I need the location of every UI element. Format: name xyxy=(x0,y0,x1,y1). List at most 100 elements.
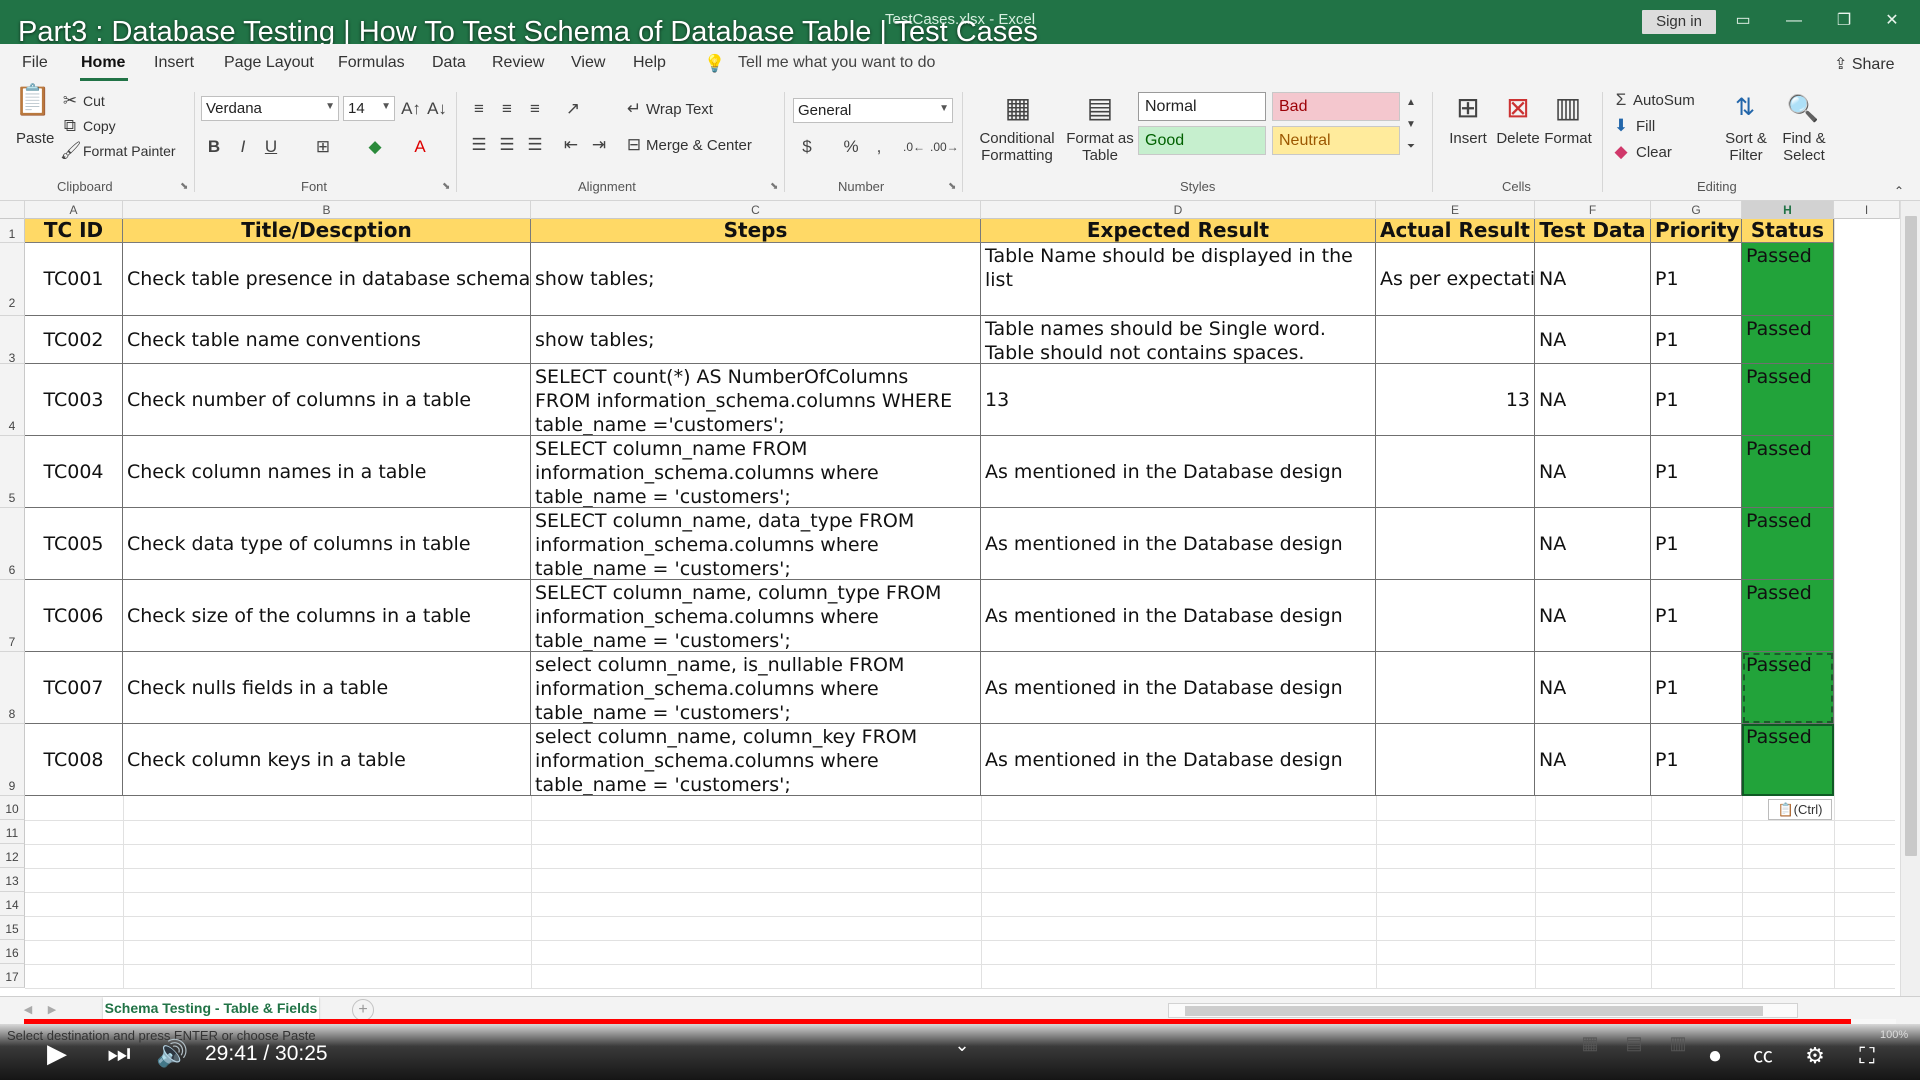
cell-tc-id[interactable]: TC008 xyxy=(25,724,123,796)
normal-view-icon[interactable]: ▦ xyxy=(1578,1028,1602,1058)
styles-gallery-more-icon[interactable]: ⏷ xyxy=(1404,136,1418,158)
tell-me-search[interactable]: Tell me what you want to do xyxy=(738,54,935,72)
style-neutral[interactable]: Neutral xyxy=(1272,126,1400,155)
cell-expected[interactable]: As mentioned in the Database design xyxy=(981,508,1376,580)
style-good[interactable]: Good xyxy=(1138,126,1266,155)
cell-tc-id[interactable]: TC006 xyxy=(25,580,123,652)
add-sheet-icon[interactable]: + xyxy=(352,999,374,1021)
horizontal-scrollbar[interactable] xyxy=(1168,1003,1798,1018)
cell-actual[interactable] xyxy=(1376,508,1535,580)
row-header[interactable]: 9 xyxy=(0,724,25,796)
cell-expected[interactable]: As mentioned in the Database design xyxy=(981,724,1376,796)
cell-priority[interactable]: P1 xyxy=(1651,724,1742,796)
column-header-d[interactable]: D xyxy=(981,201,1376,219)
header-cell-actual[interactable]: Actual Result xyxy=(1376,219,1535,243)
align-center-icon[interactable]: ☰ xyxy=(494,134,520,156)
cell-expected[interactable]: Table names should be Single word. Table … xyxy=(981,316,1376,364)
row-header[interactable]: 13 xyxy=(0,868,25,892)
style-bad[interactable]: Bad xyxy=(1272,92,1400,121)
cell-steps[interactable]: SELECT column_name, column_type FROM info… xyxy=(531,580,981,652)
header-cell-steps[interactable]: Steps xyxy=(531,219,981,243)
cell-priority[interactable]: P1 xyxy=(1651,508,1742,580)
cell-title[interactable]: Check nulls fields in a table xyxy=(123,652,531,724)
cell-actual[interactable] xyxy=(1376,436,1535,508)
row-header[interactable]: 4 xyxy=(0,364,25,436)
cell-expected[interactable]: 13 xyxy=(981,364,1376,436)
column-header-a[interactable]: A xyxy=(25,201,123,219)
cell-tc-id[interactable]: TC007 xyxy=(25,652,123,724)
collapse-ribbon-icon[interactable]: ⌃ xyxy=(1890,180,1908,202)
header-cell-priority[interactable]: Priority xyxy=(1651,219,1742,243)
row-header[interactable]: 10 xyxy=(0,796,25,820)
sign-in-button[interactable]: Sign in xyxy=(1642,10,1716,34)
column-header-g[interactable]: G xyxy=(1651,201,1742,219)
next-icon[interactable]: ⏭ xyxy=(104,1038,134,1068)
alignment-launcher-icon[interactable]: ⬊ xyxy=(770,181,778,192)
cell-test-data[interactable]: NA xyxy=(1535,436,1651,508)
vertical-scrollbar[interactable] xyxy=(1900,201,1920,996)
chevron-down-icon[interactable]: ⌄ xyxy=(950,1030,974,1060)
sort-filter-button[interactable]: Sort & Filter xyxy=(1714,130,1778,164)
play-icon[interactable]: ▶ xyxy=(42,1038,72,1068)
tab-view[interactable]: View xyxy=(571,54,605,72)
underline-button[interactable]: U xyxy=(262,136,280,158)
cell-steps[interactable]: select column_name, column_key FROM infor… xyxy=(531,724,981,796)
format-cells-button[interactable]: Format xyxy=(1540,130,1596,147)
autoplay-toggle-icon[interactable]: ⏺ xyxy=(1700,1041,1730,1071)
column-header-e[interactable]: E xyxy=(1376,201,1535,219)
row-header[interactable]: 12 xyxy=(0,844,25,868)
cell-steps[interactable]: SELECT column_name FROM information_schem… xyxy=(531,436,981,508)
cell-title[interactable]: Check column names in a table xyxy=(123,436,531,508)
cell-expected[interactable]: As mentioned in the Database design xyxy=(981,652,1376,724)
decrease-indent-icon[interactable]: ⇤ xyxy=(558,134,584,156)
cell-status-selected[interactable]: Passed xyxy=(1742,724,1834,796)
align-right-icon[interactable]: ☰ xyxy=(522,134,548,156)
tab-insert[interactable]: Insert xyxy=(154,54,194,72)
ribbon-display-icon[interactable]: ▭ xyxy=(1725,8,1761,34)
cell-actual[interactable]: 13 xyxy=(1376,364,1535,436)
cell-tc-id[interactable]: TC002 xyxy=(25,316,123,364)
cell-tc-id[interactable]: TC001 xyxy=(25,243,123,316)
cell-status[interactable]: Passed xyxy=(1742,580,1834,652)
borders-icon[interactable]: ⊞ xyxy=(312,136,334,158)
cell-title[interactable]: Check column keys in a table xyxy=(123,724,531,796)
cell-tc-id[interactable]: TC005 xyxy=(25,508,123,580)
prev-sheet-icon[interactable]: ◀ xyxy=(20,999,36,1021)
fill-color-icon[interactable]: ◆ xyxy=(364,136,386,158)
cell-test-data[interactable]: NA xyxy=(1535,652,1651,724)
align-left-icon[interactable]: ☰ xyxy=(466,134,492,156)
volume-icon[interactable]: 🔊 xyxy=(156,1038,188,1068)
tab-formulas[interactable]: Formulas xyxy=(338,54,405,72)
column-header-f[interactable]: F xyxy=(1535,201,1651,219)
style-normal[interactable]: Normal xyxy=(1138,92,1266,121)
styles-gallery-up-icon[interactable]: ▲ xyxy=(1404,92,1418,114)
cell-status[interactable]: Passed xyxy=(1742,243,1834,316)
row-header[interactable]: 16 xyxy=(0,940,25,964)
cell-title[interactable]: Check data type of columns in table xyxy=(123,508,531,580)
tab-review[interactable]: Review xyxy=(492,54,544,72)
header-cell-title[interactable]: Title/Descption xyxy=(123,219,531,243)
cell-title[interactable]: Check number of columns in a table xyxy=(123,364,531,436)
row-header[interactable]: 7 xyxy=(0,580,25,652)
cell-priority[interactable]: P1 xyxy=(1651,364,1742,436)
comma-button[interactable]: , xyxy=(870,136,888,158)
bold-button[interactable]: B xyxy=(205,136,223,158)
row-header[interactable]: 1 xyxy=(0,219,25,243)
cell-steps[interactable]: show tables; xyxy=(531,243,981,316)
cell-tc-id[interactable]: TC004 xyxy=(25,436,123,508)
settings-icon[interactable]: ⚙ xyxy=(1800,1041,1830,1071)
cell-test-data[interactable]: NA xyxy=(1535,724,1651,796)
format-as-table-button[interactable]: Format as Table xyxy=(1062,130,1138,164)
font-launcher-icon[interactable]: ⬊ xyxy=(442,181,450,192)
conditional-formatting-button[interactable]: Conditional Formatting xyxy=(970,130,1064,164)
row-header[interactable]: 14 xyxy=(0,892,25,916)
autosum-button[interactable]: AutoSum xyxy=(1633,92,1695,109)
close-icon[interactable]: ✕ xyxy=(1874,8,1910,34)
column-header-i[interactable]: I xyxy=(1834,201,1900,219)
column-header-b[interactable]: B xyxy=(123,201,531,219)
cell-actual[interactable]: As per expectati xyxy=(1376,243,1535,316)
paste-icon[interactable]: 📋 xyxy=(14,86,51,126)
cell-actual[interactable] xyxy=(1376,580,1535,652)
font-name-select[interactable]: Verdana ▼ xyxy=(201,96,339,121)
clipboard-launcher-icon[interactable]: ⬊ xyxy=(180,181,188,192)
